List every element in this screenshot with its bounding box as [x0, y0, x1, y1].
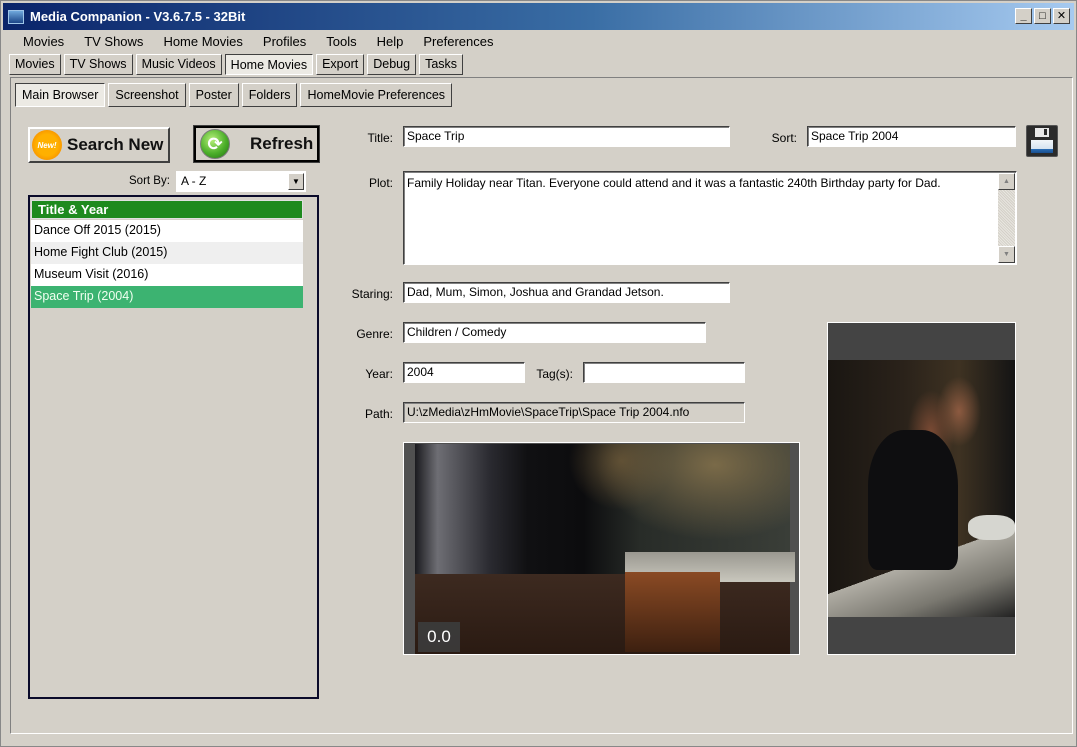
- menu-home-movies[interactable]: Home Movies: [153, 33, 252, 51]
- sub-tabs: Main Browser Screenshot Poster Folders H…: [15, 83, 453, 107]
- refresh-button[interactable]: ⟳ Refresh: [193, 125, 320, 163]
- plot-scrollbar[interactable]: ▲ ▼: [998, 173, 1015, 263]
- plot-textarea[interactable]: Family Holiday near Titan. Everyone coul…: [403, 171, 1017, 265]
- tab-movies[interactable]: Movies: [9, 54, 61, 75]
- tags-label: Tag(s):: [536, 367, 573, 381]
- tab-tasks[interactable]: Tasks: [419, 54, 464, 75]
- screenshot-image[interactable]: 0.0: [403, 442, 800, 655]
- list-item-selected[interactable]: Space Trip (2004): [31, 286, 303, 308]
- minimize-button[interactable]: _: [1015, 8, 1032, 24]
- refresh-icon: ⟳: [200, 129, 230, 159]
- tab-screenshot[interactable]: Screenshot: [108, 83, 186, 107]
- poster-image[interactable]: [827, 322, 1016, 655]
- path-label: Path:: [364, 407, 393, 421]
- plot-label: Plot:: [368, 176, 393, 190]
- list-item[interactable]: Home Fight Club (2015): [31, 242, 303, 264]
- year-label: Year:: [365, 367, 393, 381]
- scroll-up-icon[interactable]: ▲: [998, 173, 1015, 190]
- poster-scene: [828, 360, 1015, 617]
- tab-folders[interactable]: Folders: [241, 83, 298, 107]
- staring-label: Staring:: [351, 287, 393, 301]
- title-label: Title:: [367, 131, 393, 145]
- screenshot-scene: [415, 444, 795, 654]
- search-new-label: Search New: [67, 135, 164, 154]
- close-icon: ✕: [1056, 9, 1067, 22]
- sort-field[interactable]: Space Trip 2004: [807, 126, 1016, 147]
- chevron-down-icon[interactable]: ▼: [288, 173, 304, 190]
- plot-text: Family Holiday near Titan. Everyone coul…: [407, 176, 941, 190]
- menu-help[interactable]: Help: [367, 33, 414, 51]
- main-tabs: Movies TV Shows Music Videos Home Movies…: [9, 54, 464, 75]
- refresh-label: Refresh: [250, 134, 314, 153]
- tab-homemovie-preferences[interactable]: HomeMovie Preferences: [300, 83, 453, 107]
- sort-by-label: Sort By:: [129, 175, 170, 187]
- home-movie-list: Title & Year Dance Off 2015 (2015) Home …: [28, 195, 319, 699]
- menu-preferences[interactable]: Preferences: [413, 33, 503, 51]
- app-window: Media Companion - V3.6.7.5 - 32Bit _ □ ✕…: [0, 0, 1077, 747]
- minimize-icon: _: [1020, 9, 1027, 22]
- list-item[interactable]: Dance Off 2015 (2015): [31, 220, 303, 242]
- list-header-title-year[interactable]: Title & Year: [31, 200, 303, 219]
- tab-main-browser[interactable]: Main Browser: [15, 83, 106, 107]
- scroll-down-icon[interactable]: ▼: [998, 246, 1015, 263]
- save-button[interactable]: [1026, 125, 1058, 157]
- maximize-icon: □: [1039, 9, 1046, 22]
- new-badge-icon: New!: [32, 130, 62, 160]
- sort-by-dropdown[interactable]: A - Z ▼: [176, 171, 306, 192]
- staring-field[interactable]: Dad, Mum, Simon, Joshua and Grandad Jets…: [403, 282, 730, 303]
- tags-field[interactable]: [583, 362, 745, 383]
- list-item[interactable]: Museum Visit (2016): [31, 264, 303, 286]
- menu-tools[interactable]: Tools: [316, 33, 366, 51]
- title-field[interactable]: Space Trip: [403, 126, 730, 147]
- menu-profiles[interactable]: Profiles: [253, 33, 316, 51]
- tab-home-movies[interactable]: Home Movies: [224, 54, 314, 75]
- tab-export[interactable]: Export: [316, 54, 365, 75]
- window-title: Media Companion - V3.6.7.5 - 32Bit: [30, 9, 246, 24]
- sort-label: Sort:: [771, 131, 797, 145]
- app-icon: [8, 9, 24, 24]
- sort-by-value: A - Z: [181, 174, 207, 188]
- genre-label: Genre:: [356, 327, 393, 341]
- genre-field[interactable]: Children / Comedy: [403, 322, 706, 343]
- tab-poster[interactable]: Poster: [188, 83, 239, 107]
- tab-debug[interactable]: Debug: [367, 54, 417, 75]
- search-new-button[interactable]: New! Search New: [28, 127, 170, 163]
- tab-music-videos[interactable]: Music Videos: [135, 54, 222, 75]
- maximize-button[interactable]: □: [1034, 8, 1051, 24]
- title-bar: Media Companion - V3.6.7.5 - 32Bit _ □ ✕: [3, 3, 1074, 30]
- year-field[interactable]: 2004: [403, 362, 525, 383]
- menu-bar: Movies TV Shows Home Movies Profiles Too…: [13, 33, 503, 51]
- tab-tv-shows[interactable]: TV Shows: [63, 54, 133, 75]
- menu-movies[interactable]: Movies: [13, 33, 74, 51]
- screenshot-time-overlay: 0.0: [418, 622, 460, 652]
- path-field: U:\zMedia\zHmMovie\SpaceTrip\Space Trip …: [403, 402, 745, 423]
- menu-tv-shows[interactable]: TV Shows: [74, 33, 153, 51]
- close-button[interactable]: ✕: [1053, 8, 1070, 24]
